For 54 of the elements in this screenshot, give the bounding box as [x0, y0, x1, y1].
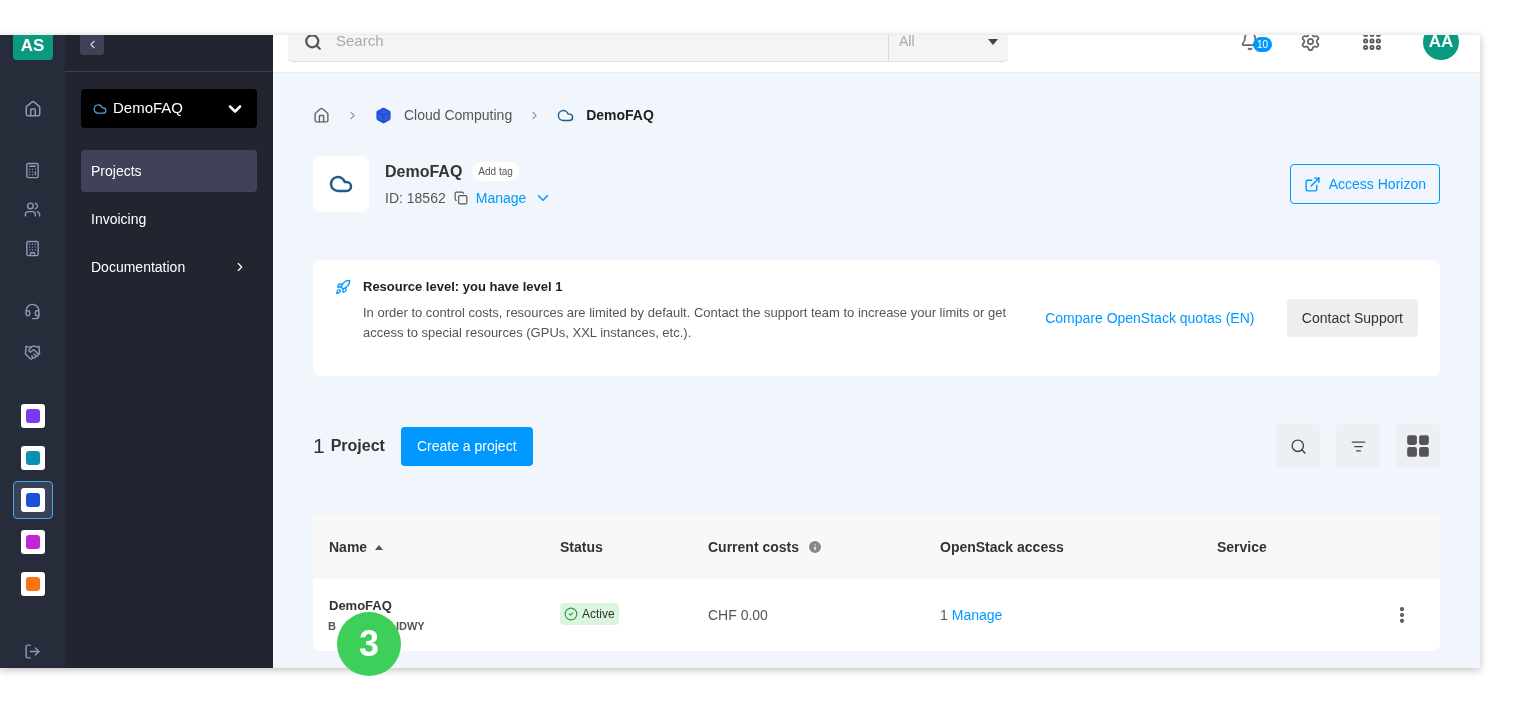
external-link-icon	[1303, 175, 1321, 193]
contact-support-button[interactable]: Contact Support	[1286, 299, 1418, 337]
copy-icon[interactable]	[453, 191, 468, 205]
project-code: B	[328, 618, 336, 634]
account-avatar: AS	[12, 35, 53, 60]
column-header[interactable]: Current costs	[708, 536, 824, 558]
project-title: DemoFAQ	[385, 161, 463, 182]
column-header[interactable]: Status	[560, 536, 603, 558]
cloud-icon	[557, 107, 575, 124]
users-icon[interactable]	[24, 201, 41, 218]
notification-count: 10	[1253, 37, 1272, 52]
filter-icon	[1350, 438, 1366, 454]
calculator-icon[interactable]	[24, 162, 41, 179]
nav-item[interactable]: Documentation	[81, 246, 257, 288]
projects-heading: Project	[330, 436, 385, 456]
status-badge: Active	[560, 603, 619, 625]
nav-item[interactable]: Projects	[81, 150, 257, 192]
column-header[interactable]: Service	[1217, 536, 1267, 558]
home-icon[interactable]	[23, 100, 42, 118]
building-icon[interactable]	[24, 240, 41, 257]
headset-icon[interactable]	[24, 303, 41, 320]
column-header[interactable]: OpenStack access	[940, 536, 1064, 558]
app-tile[interactable]	[12, 481, 53, 519]
notice-title: Resource level: you have level 1	[363, 278, 564, 297]
cloud-icon	[93, 101, 107, 116]
rocket-icon	[335, 279, 351, 296]
project-name: DemoFAQ	[329, 597, 393, 615]
project-select[interactable]: DemoFAQ	[81, 89, 257, 128]
project-count: 1	[313, 433, 325, 460]
project-logo	[313, 156, 369, 212]
grid-view-button[interactable]	[1396, 424, 1440, 468]
user-avatar[interactable]: AA	[1423, 35, 1459, 60]
grid-icon	[1405, 433, 1431, 459]
cost-cell-text: CHF 0.00	[708, 605, 769, 625]
breadcrumb-link[interactable]: DemoFAQ	[586, 105, 654, 126]
search-icon	[304, 35, 322, 51]
handshake-icon[interactable]	[24, 344, 41, 361]
search-icon	[1289, 437, 1307, 455]
logout-icon[interactable]	[24, 643, 41, 660]
collapse-button[interactable]	[80, 35, 104, 55]
project-id: ID: 18562	[385, 188, 446, 208]
column-header[interactable]: Name	[329, 536, 384, 558]
cube-icon	[375, 107, 392, 124]
home-icon[interactable]	[313, 107, 330, 124]
project-code: IDWY	[395, 618, 425, 634]
nav-item[interactable]: Invoicing	[81, 198, 257, 240]
settings-icon[interactable]	[1300, 35, 1321, 52]
search-button[interactable]	[1276, 424, 1320, 468]
access-count: 1	[940, 605, 948, 625]
breadcrumb-link[interactable]: Cloud Computing	[404, 105, 513, 126]
caret-icon	[988, 38, 998, 45]
notice-text: In order to control costs, resources are limited by default. Contact the support team to increase your limits or get access to special resources (GPUs, XXL instances, etc.).	[363, 303, 1008, 342]
apps-grid-icon[interactable]	[1361, 35, 1383, 52]
add-tag-button[interactable]: Add tag	[472, 162, 519, 181]
